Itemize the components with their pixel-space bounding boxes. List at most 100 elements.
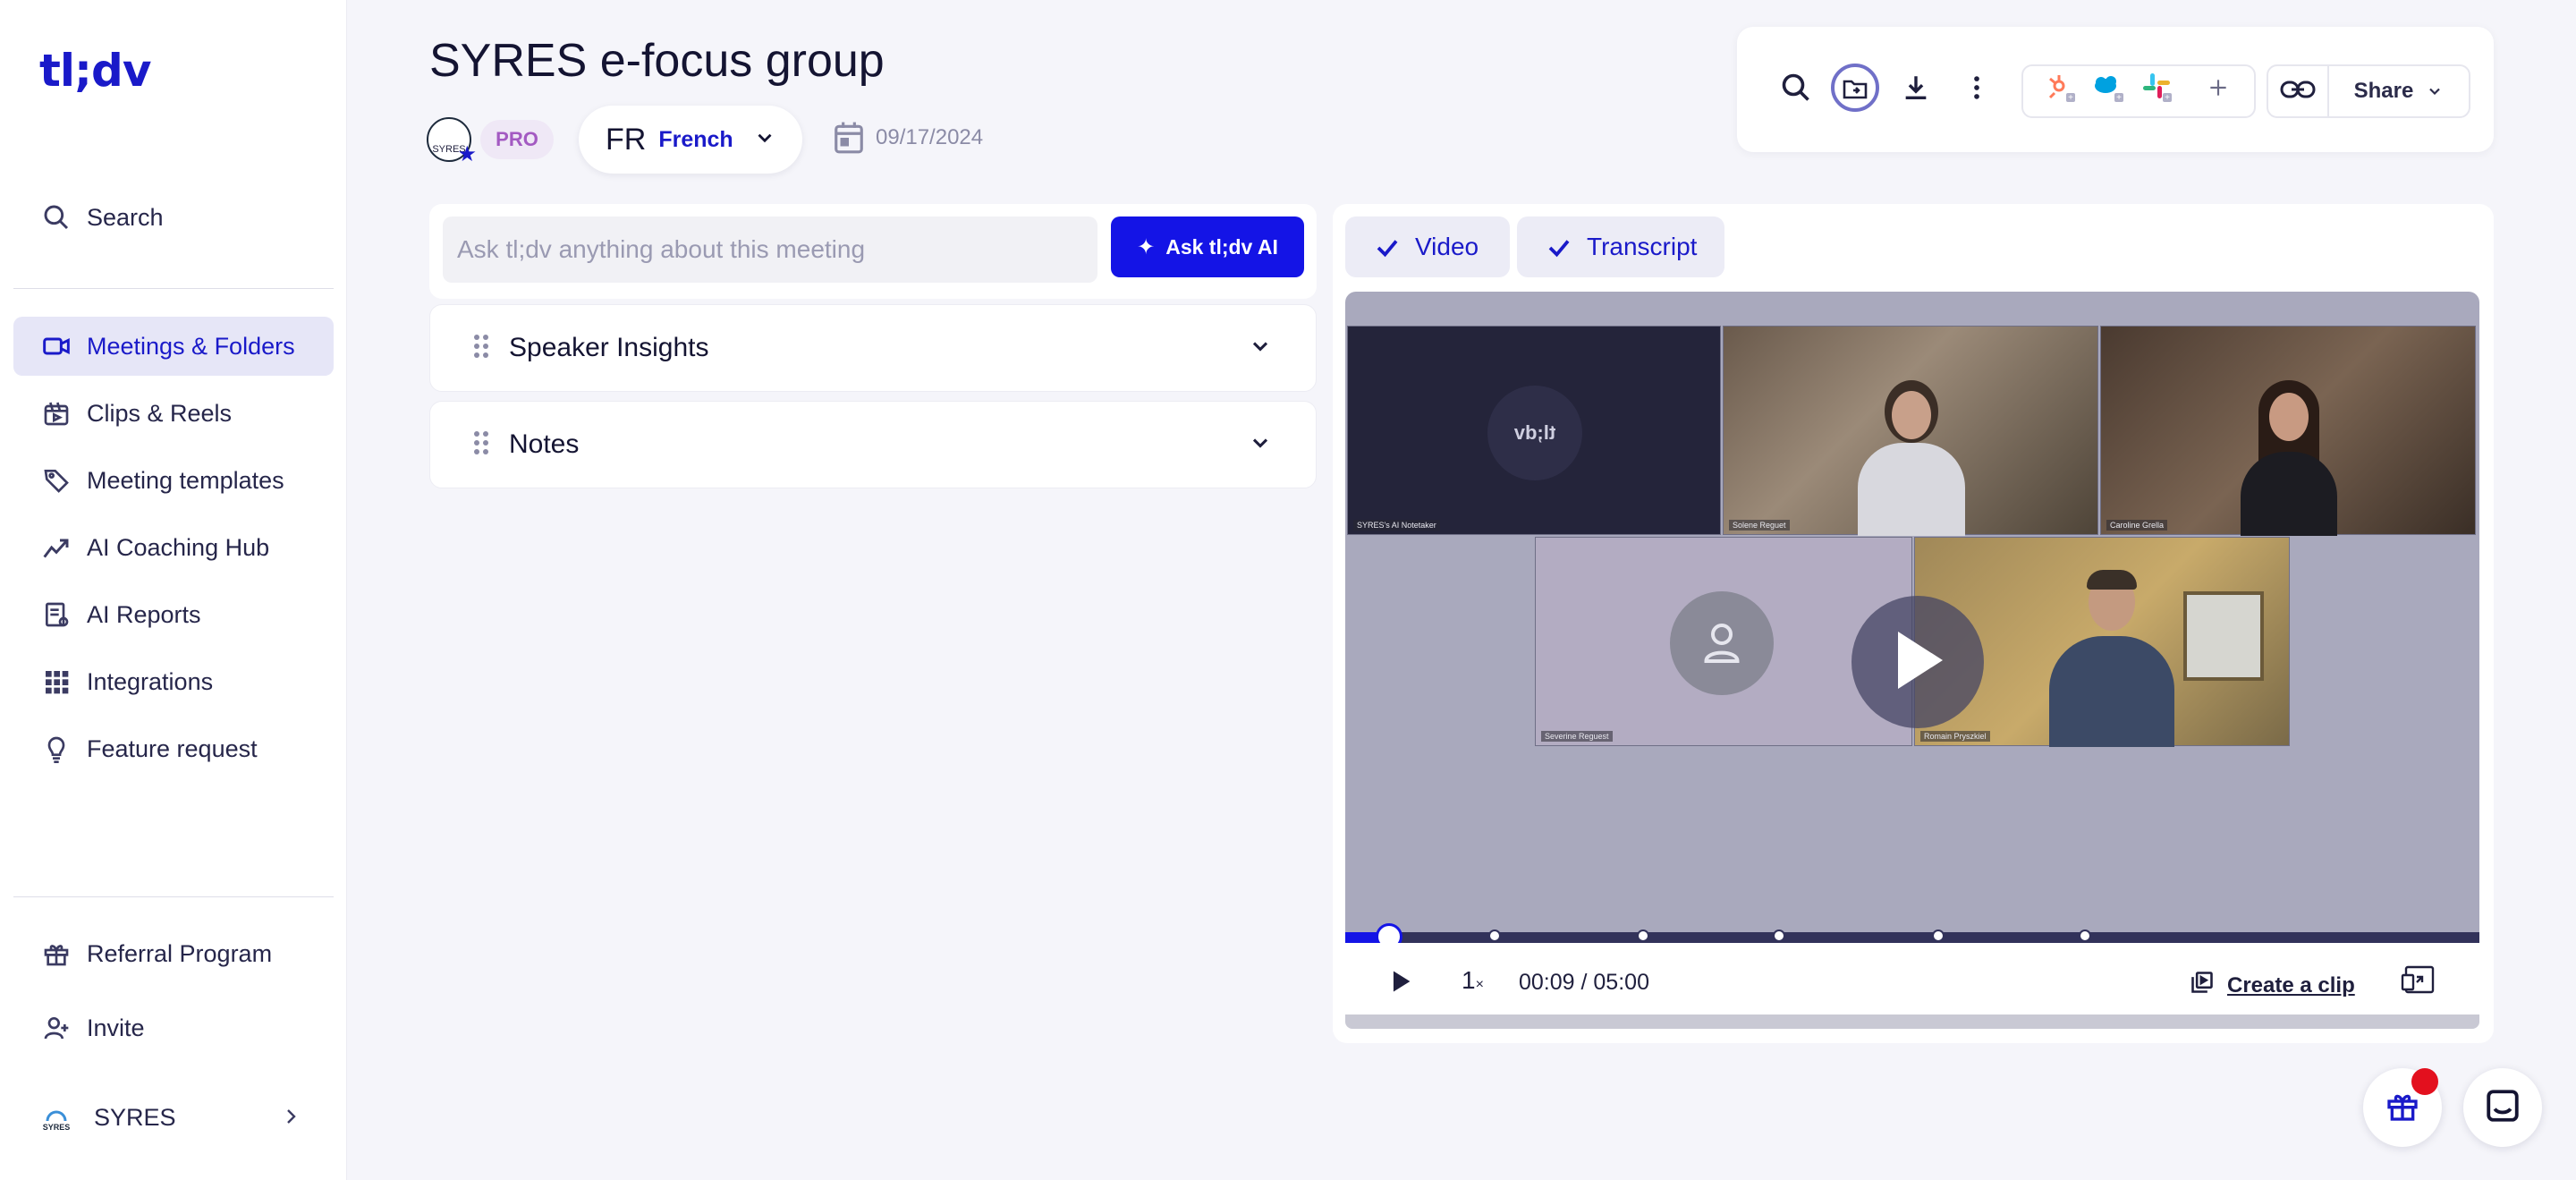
create-clip-button[interactable]: Create a clip (2190, 970, 2355, 1001)
svg-text:+: + (2068, 93, 2073, 103)
sidebar-item-label: AI Coaching Hub (87, 533, 270, 561)
sidebar-item-label: Meetings & Folders (87, 332, 295, 360)
sidebar-item-label: Invite (87, 1014, 145, 1041)
copy-link-button[interactable] (2267, 64, 2329, 118)
sidebar-item-ai-coaching-hub[interactable]: AI Coaching Hub (13, 518, 334, 577)
participant-tile: Solene Reguet (1723, 326, 2098, 536)
chevron-down-icon (2426, 82, 2444, 100)
more-vertical-icon (1962, 72, 1992, 107)
calendar-icon (832, 119, 866, 161)
sidebar-item-label: Meeting templates (87, 466, 284, 494)
slack-button[interactable]: + (2131, 63, 2184, 116)
check-icon (1374, 234, 1401, 267)
sidebar-item-label: Clips & Reels (87, 399, 233, 427)
sidebar-item-ai-reports[interactable]: AI Reports (13, 585, 334, 644)
report-icon (40, 598, 72, 631)
video-camera-icon (40, 330, 72, 362)
link-icon (2279, 76, 2317, 107)
playback-speed[interactable]: 1× (1462, 966, 1484, 995)
background-window (2183, 591, 2264, 681)
horizontal-scrollbar[interactable] (1345, 1014, 2479, 1029)
add-integration-button[interactable] (2191, 63, 2245, 116)
participant-video (1858, 380, 1965, 536)
meeting-toolbar: + + + Share (1737, 27, 2494, 152)
svg-text:+: + (2116, 93, 2122, 103)
participant-tile: Caroline Grella (2100, 326, 2476, 536)
notes-section[interactable]: Notes (429, 401, 1317, 488)
chapter-marker[interactable] (1932, 930, 1945, 942)
salesforce-icon: + (2091, 70, 2127, 110)
sidebar-item-label: AI Reports (87, 600, 201, 628)
search-button[interactable] (1769, 63, 1823, 116)
sidebar-item-search[interactable]: Search (13, 188, 334, 247)
ask-ai-card: ✦ Ask tl;dv AI (429, 204, 1317, 299)
play-icon (1889, 628, 1946, 697)
sidebar: tl;dv Search Meetings & Folders Clips & … (0, 0, 347, 1180)
ask-ai-input[interactable] (443, 216, 1097, 283)
chat-icon (2484, 1087, 2521, 1129)
chevron-right-icon (280, 1106, 301, 1132)
progress-bar[interactable] (1345, 923, 2479, 950)
sidebar-item-label: Integrations (87, 667, 214, 695)
tab-transcript[interactable]: Transcript (1517, 216, 1724, 277)
sparkle-icon: ✦ (1137, 234, 1156, 259)
sidebar-item-integrations[interactable]: Integrations (13, 652, 334, 711)
more-options-button[interactable] (1950, 63, 2004, 116)
play-button[interactable] (1388, 968, 1413, 999)
section-title: Notes (509, 429, 580, 459)
move-to-folder-button[interactable] (1828, 63, 1882, 116)
search-icon (40, 201, 72, 233)
chapter-marker[interactable] (1488, 930, 1501, 942)
sidebar-item-invite[interactable]: Invite (13, 998, 334, 1057)
sidebar-item-label: Feature request (87, 734, 258, 762)
notification-dot (2411, 1068, 2438, 1095)
sidebar-item-clips-reels[interactable]: Clips & Reels (13, 384, 334, 443)
sidebar-divider (13, 288, 334, 289)
avatar[interactable]: SYRES ★ (427, 117, 477, 166)
chapter-marker[interactable] (2079, 930, 2091, 942)
participant-video (2049, 570, 2174, 747)
chevron-down-icon (753, 126, 776, 154)
sidebar-divider (13, 896, 334, 897)
speaker-insights-section[interactable]: Speaker Insights (429, 304, 1317, 392)
chapter-marker[interactable] (1773, 930, 1785, 942)
hubspot-button[interactable]: + (2034, 63, 2088, 116)
share-button[interactable]: Share (2327, 64, 2470, 118)
film-icon (40, 397, 72, 429)
play-overlay-button[interactable] (1852, 596, 1984, 728)
drag-handle-icon[interactable] (473, 333, 489, 364)
chapter-marker[interactable] (1637, 930, 1649, 942)
sidebar-item-meetings-folders[interactable]: Meetings & Folders (13, 317, 334, 376)
duration: 05:00 (1593, 970, 1649, 995)
salesforce-button[interactable]: + (2082, 63, 2136, 116)
sidebar-item-feature-request[interactable]: Feature request (13, 719, 334, 778)
language-code: FR (606, 122, 647, 157)
download-button[interactable] (1889, 63, 1943, 116)
current-time: 00:09 (1519, 970, 1575, 995)
page-title: SYRES e-focus group (429, 35, 885, 87)
chat-support-button[interactable] (2463, 1068, 2542, 1147)
app-logo[interactable]: tl;dv (39, 45, 151, 97)
grid-icon (40, 666, 72, 698)
language-name: French (658, 126, 733, 152)
participant-tile: tl;dv SYRES's AI Notetaker (1347, 326, 1721, 535)
hubspot-icon: + (2043, 70, 2079, 110)
search-icon (1780, 72, 1812, 108)
folder-move-icon (1829, 62, 1881, 118)
ask-ai-button[interactable]: ✦ Ask tl;dv AI (1111, 216, 1304, 277)
svg-text:+: + (2165, 93, 2170, 103)
video-player[interactable]: tl;dv SYRES's AI Notetaker Solene Reguet… (1345, 292, 2479, 936)
drag-handle-icon[interactable] (473, 429, 489, 461)
tag-icon (40, 464, 72, 497)
gift-button[interactable] (2363, 1068, 2442, 1147)
sidebar-item-referral-program[interactable]: Referral Program (13, 924, 334, 983)
trend-chart-icon (40, 531, 72, 564)
bot-avatar: tl;dv (1487, 386, 1582, 480)
layout-toggle-icon[interactable] (2401, 964, 2436, 1001)
sidebar-item-meeting-templates[interactable]: Meeting templates (13, 451, 334, 510)
section-title: Speaker Insights (509, 333, 709, 362)
tab-video[interactable]: Video (1345, 216, 1510, 277)
clip-icon (2190, 970, 2215, 1001)
sidebar-item-label: Search (87, 203, 164, 231)
language-selector[interactable]: FR French (579, 106, 802, 174)
